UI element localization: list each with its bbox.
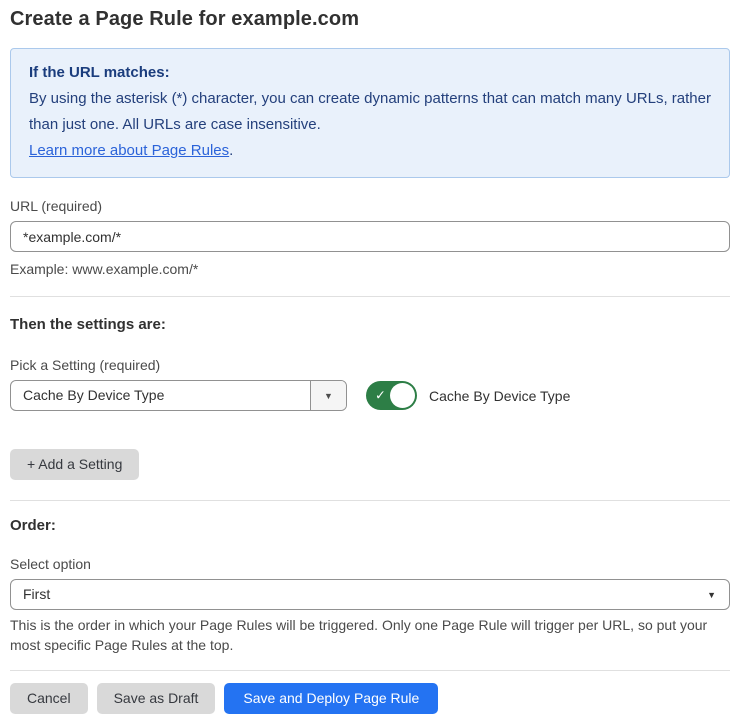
info-banner-heading: If the URL matches: (29, 60, 711, 86)
setting-select-value: Cache By Device Type (11, 381, 310, 410)
toggle-setting-label: Cache By Device Type (429, 388, 570, 404)
footer-divider (10, 670, 730, 671)
order-section-heading: Order: (10, 517, 730, 534)
order-select[interactable]: First ▼ (10, 579, 730, 610)
toggle-knob (390, 383, 415, 408)
setting-toggle[interactable]: ✓ (366, 381, 417, 410)
url-match-info-banner: If the URL matches: By using the asteris… (10, 48, 730, 178)
section-divider (10, 500, 730, 501)
caret-down-icon: ▼ (707, 590, 716, 600)
settings-section-heading: Then the settings are: (10, 316, 730, 333)
setting-select[interactable]: Cache By Device Type ▼ (10, 380, 347, 411)
setting-picker-label: Pick a Setting (required) (10, 357, 730, 373)
url-field-label: URL (required) (10, 198, 730, 214)
order-helper-text: This is the order in which your Page Rul… (10, 615, 730, 655)
info-banner-body: By using the asterisk (*) character, you… (29, 86, 711, 138)
link-period: . (229, 142, 233, 159)
order-select-label: Select option (10, 556, 730, 572)
url-input[interactable] (10, 221, 730, 252)
info-banner-link-line: Learn more about Page Rules. (29, 138, 711, 164)
check-icon: ✓ (375, 387, 386, 403)
caret-down-icon[interactable]: ▼ (310, 381, 346, 410)
url-example-helper: Example: www.example.com/* (10, 259, 730, 279)
add-setting-button[interactable]: + Add a Setting (10, 449, 139, 480)
order-select-value: First (11, 580, 729, 609)
setting-row: Cache By Device Type ▼ ✓ Cache By Device… (10, 380, 730, 411)
section-divider (10, 296, 730, 297)
page-title: Create a Page Rule for example.com (10, 8, 730, 31)
page-rule-form: Create a Page Rule for example.com If th… (0, 0, 750, 714)
learn-more-link[interactable]: Learn more about Page Rules (29, 142, 229, 159)
